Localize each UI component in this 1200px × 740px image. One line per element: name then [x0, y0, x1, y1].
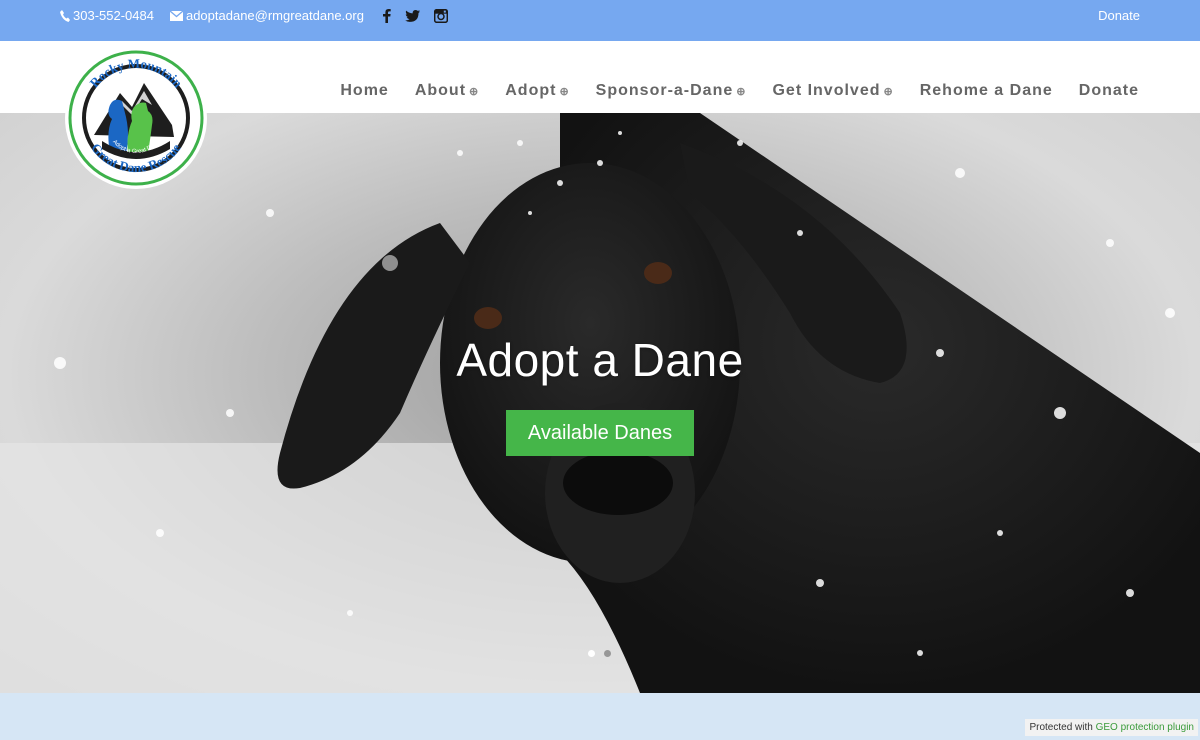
available-danes-button[interactable]: Available Danes	[506, 410, 694, 456]
social-links	[382, 8, 462, 23]
nav-item-donate[interactable]: Donate	[1079, 82, 1139, 100]
nav-item-label: Donate	[1078, 82, 1139, 99]
nav-item-home[interactable]: Home	[340, 82, 388, 100]
geo-protection-badge: Protected with GEO protection plugin	[1025, 719, 1198, 736]
nav-item-adopt[interactable]: Adopt ⊕	[505, 82, 569, 100]
nav-item-about[interactable]: About ⊕	[415, 82, 479, 100]
geo-protection-link[interactable]: GEO protection plugin	[1096, 722, 1194, 733]
phone-link[interactable]: 303-552-0484	[60, 8, 154, 23]
instagram-icon[interactable]	[433, 8, 448, 23]
hero-slider: Adopt a Dane Available Danes	[0, 113, 1200, 693]
nav-item-rehome-a-dane[interactable]: Rehome a Dane	[920, 82, 1053, 100]
nav-item-label: Get Involved	[772, 82, 881, 99]
twitter-icon[interactable]	[404, 9, 420, 22]
nav-item-label: Rehome a Dane	[919, 82, 1053, 99]
phone-icon	[60, 9, 70, 22]
email-address: adoptadane@rmgreatdane.org	[185, 8, 364, 23]
submenu-indicator-icon: ⊕	[883, 85, 894, 98]
contact-info: 303-552-0484 adoptadane@rmgreatdane.org	[60, 8, 462, 23]
slider-dot[interactable]	[604, 650, 611, 657]
envelope-icon	[169, 10, 183, 21]
top-bar: 303-552-0484 adoptadane@rmgreatdane.org …	[0, 0, 1200, 41]
nav-item-label: Sponsor-a-Dane	[595, 82, 734, 99]
site-logo[interactable]: Rocky Mountain Add Character to Your Lif…	[62, 45, 210, 191]
hero-background-image	[0, 113, 1200, 693]
submenu-indicator-icon: ⊕	[469, 85, 480, 98]
nav-item-get-involved[interactable]: Get Involved ⊕	[772, 82, 893, 100]
slider-pagination	[588, 650, 620, 657]
nav-item-label: About	[414, 82, 467, 99]
badge-prefix: Protected with	[1029, 722, 1093, 733]
slider-dot[interactable]	[588, 650, 595, 657]
nav-item-label: Home	[340, 82, 389, 99]
facebook-icon[interactable]	[382, 8, 391, 23]
nav-item-label: Adopt	[505, 82, 557, 99]
main-nav: Home About ⊕ Adopt ⊕ Sponsor-a-Dane ⊕ Get Invol…	[314, 82, 1139, 100]
submenu-indicator-icon: ⊕	[736, 85, 747, 98]
topbar-donate-link[interactable]: Donate	[1098, 8, 1140, 23]
phone-number: 303-552-0484	[73, 8, 154, 23]
nav-item-sponsor-a-dane[interactable]: Sponsor-a-Dane ⊕	[596, 82, 747, 100]
submenu-indicator-icon: ⊕	[559, 85, 570, 98]
email-link[interactable]: adoptadane@rmgreatdane.org	[169, 8, 364, 23]
hero-title: Adopt a Dane	[456, 334, 744, 386]
